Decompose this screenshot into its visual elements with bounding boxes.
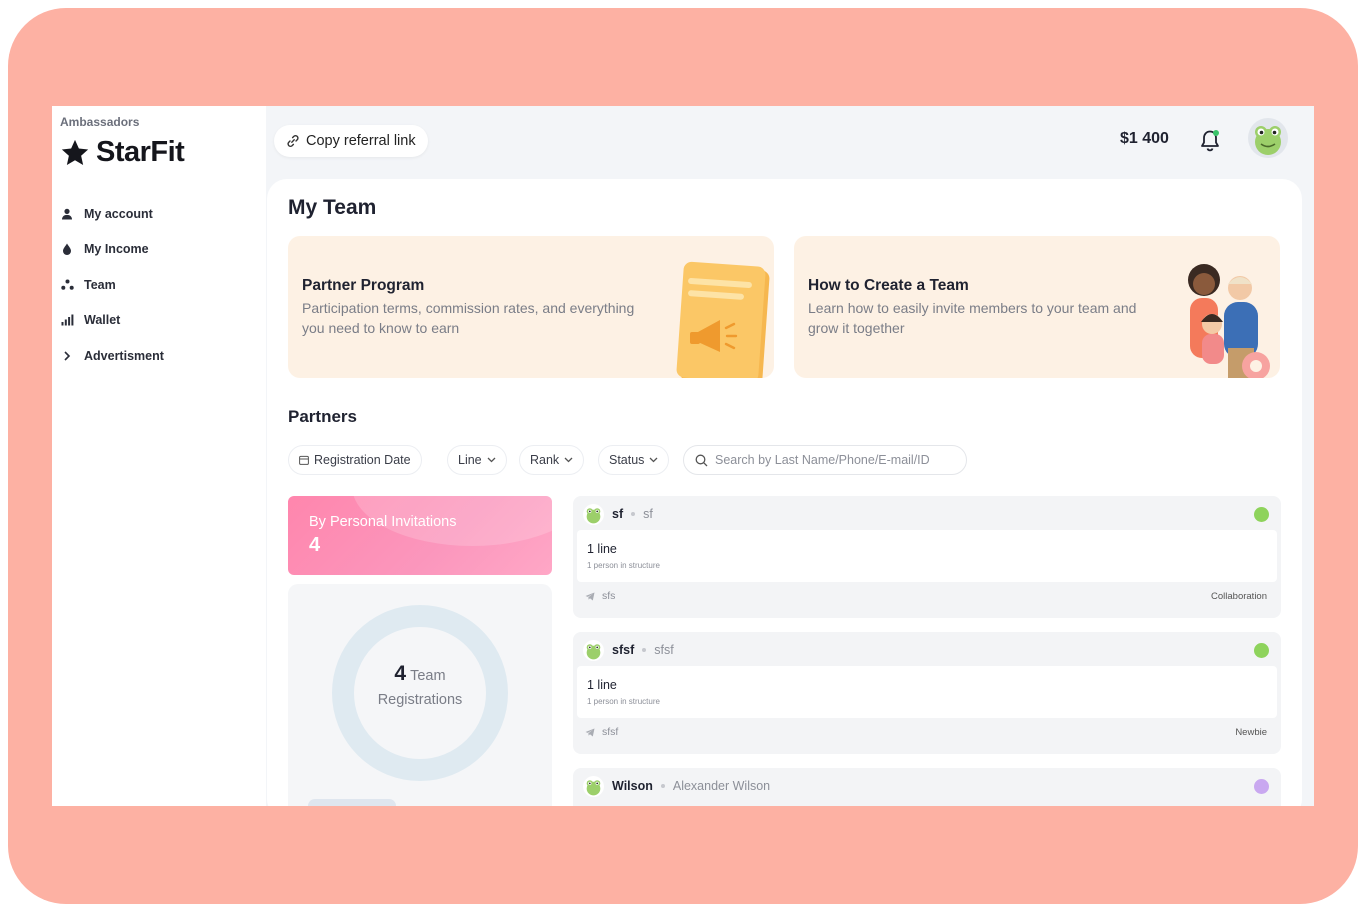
promo-card-create-team[interactable]: How to Create a Team Learn how to easily…	[794, 236, 1280, 378]
partner-contact: sfsf	[602, 726, 619, 738]
partner-full-name: Alexander Wilson	[672, 779, 771, 793]
promo-card-partner-program[interactable]: Partner Program Participation terms, com…	[288, 236, 774, 378]
balance-amount: $1 400	[1120, 130, 1169, 147]
partner-nickname: sf	[612, 507, 624, 521]
partner-rank: Collaboration	[1211, 590, 1267, 602]
copy-referral-link-button[interactable]: Copy referral link	[274, 125, 428, 157]
filter-label: Line	[458, 453, 482, 467]
registrations-label: Registrations	[377, 692, 463, 708]
partner-avatar	[583, 639, 604, 661]
invitations-count: 4	[309, 534, 321, 556]
bar-chart-icon	[60, 313, 74, 327]
sidebar-item-label: Advertisment	[84, 348, 164, 363]
app-window: Ambassadors StarFit My account My Income	[52, 106, 1314, 806]
status-indicator	[1254, 506, 1269, 522]
partner-avatar	[583, 503, 604, 525]
star-icon	[61, 139, 89, 165]
sidebar-nav: My account My Income Team Wallet Adverti…	[60, 196, 260, 374]
partner-structure: 1 person in structure	[587, 561, 660, 570]
sidebar-item-label: My Income	[84, 242, 149, 257]
donut-center-text: 4 Team Registrations	[331, 662, 509, 708]
main-panel: My Team Partner Program Participation te…	[267, 179, 1302, 806]
partner-structure: 1 person in structure	[587, 697, 660, 706]
search-icon	[695, 454, 708, 466]
partner-full-name: sf	[643, 507, 653, 521]
telegram-icon	[585, 592, 595, 600]
sidebar-item-label: Team	[84, 277, 116, 292]
partner-card[interactable]: sfsf sfsf 1 line 1 person in structure s…	[573, 632, 1281, 754]
status-indicator	[1254, 642, 1269, 658]
promo-description: Participation terms, commission rates, a…	[302, 300, 635, 336]
team-icon	[60, 278, 74, 292]
filter-rank-dropdown[interactable]: Rank	[519, 445, 585, 475]
sidebar-item-team[interactable]: Team	[60, 267, 260, 303]
team-count: 4	[394, 662, 407, 685]
status-indicator	[1254, 778, 1269, 794]
promo-title: How to Create a Team	[808, 277, 969, 294]
partner-nickname: sfsf	[612, 643, 635, 657]
brand-logo[interactable]: StarFit	[60, 136, 185, 169]
search-input[interactable]	[715, 447, 955, 473]
partners-section-title: Partners	[288, 407, 357, 426]
separator-dot	[642, 648, 647, 652]
frog-avatar-icon	[586, 779, 601, 795]
book-megaphone-illustration	[676, 261, 770, 378]
family-illustration	[1188, 264, 1270, 378]
partner-details: 1 line 1 person in structure	[577, 666, 1277, 718]
filter-label: Registration Date	[314, 453, 411, 467]
page-title: My Team	[288, 196, 377, 219]
filter-label: Rank	[530, 453, 560, 467]
sidebar-item-my-account[interactable]: My account	[60, 196, 260, 232]
separator-dot	[631, 512, 636, 516]
user-icon	[60, 207, 74, 221]
frog-avatar-icon	[586, 643, 601, 659]
brand-section-label: Ambassadors	[60, 115, 140, 129]
chevron-right-icon	[60, 349, 74, 363]
chevron-down-icon	[564, 457, 573, 463]
sidebar-item-wallet[interactable]: Wallet	[60, 303, 260, 339]
filter-registration-date[interactable]: Registration Date	[288, 445, 422, 475]
copy-referral-label: Copy referral link	[306, 133, 416, 149]
sidebar-item-my-income[interactable]: My Income	[60, 232, 260, 268]
separator-dot	[660, 784, 665, 788]
partner-full-name: sfsf	[654, 643, 674, 657]
team-label: Team	[410, 668, 446, 684]
link-icon	[287, 135, 299, 147]
filter-label: Status	[609, 453, 645, 467]
invitations-label: By Personal Invitations	[309, 514, 457, 530]
sidebar-item-label: My account	[84, 206, 153, 221]
partner-search	[683, 445, 967, 475]
partner-contact: sfs	[602, 590, 616, 602]
chevron-down-icon	[487, 457, 496, 463]
chevron-down-icon	[649, 457, 658, 463]
partner-card[interactable]: sf sf 1 line 1 person in structure sfs C…	[573, 496, 1281, 618]
partner-avatar	[583, 775, 604, 797]
drop-icon	[60, 242, 74, 256]
personal-invitations-card: By Personal Invitations 4	[288, 496, 552, 575]
sidebar-item-advertisment[interactable]: Advertisment	[60, 338, 260, 374]
bell-icon[interactable]	[1198, 128, 1222, 154]
user-avatar[interactable]	[1248, 118, 1288, 158]
sidebar: Ambassadors StarFit My account My Income	[52, 106, 266, 806]
promo-title: Partner Program	[302, 277, 425, 294]
sidebar-item-label: Wallet	[84, 313, 121, 328]
filter-line-dropdown[interactable]: Line	[447, 445, 507, 475]
partner-line: 1 line	[587, 678, 617, 692]
team-registrations-card: 4 Team Registrations	[288, 584, 552, 806]
filter-status-dropdown[interactable]: Status	[598, 445, 670, 475]
legend-pill[interactable]	[308, 799, 396, 806]
frog-avatar-icon	[586, 507, 601, 523]
partner-nickname: Wilson	[612, 779, 653, 793]
calendar-icon	[299, 455, 309, 465]
promo-description: Learn how to easily invite members to yo…	[808, 300, 1137, 336]
frog-avatar-icon	[1255, 126, 1281, 155]
partner-rank: Newbie	[1235, 726, 1267, 738]
partner-line: 1 line	[587, 542, 617, 556]
partner-card[interactable]: Wilson Alexander Wilson	[573, 768, 1281, 806]
partner-details: 1 line 1 person in structure	[577, 530, 1277, 582]
brand-name: StarFit	[96, 136, 185, 168]
telegram-icon	[585, 728, 595, 736]
